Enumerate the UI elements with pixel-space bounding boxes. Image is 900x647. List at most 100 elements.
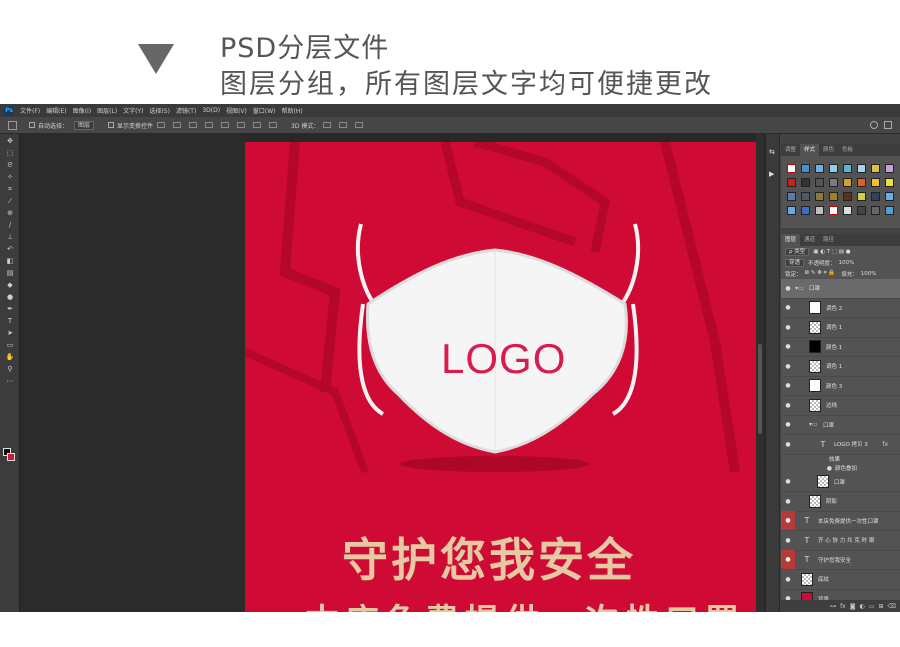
3d-roll-icon[interactable]: [339, 122, 348, 128]
brush-tool-icon[interactable]: ∕: [4, 220, 16, 230]
folder-icon[interactable]: ▾▭: [809, 421, 819, 428]
style-swatch[interactable]: [857, 192, 866, 201]
lasso-tool-icon[interactable]: ᘓ: [4, 160, 16, 170]
style-swatch[interactable]: [885, 206, 894, 215]
search-icon[interactable]: [870, 121, 878, 129]
style-swatch[interactable]: [885, 178, 894, 187]
layer-row[interactable]: ● T 守护您我安全: [781, 550, 900, 570]
visibility-eye-icon[interactable]: ●: [781, 478, 795, 485]
move-tool-icon[interactable]: [8, 120, 17, 130]
layer-row[interactable]: ● ▾▭ 口罩: [781, 416, 900, 435]
eraser-tool-icon[interactable]: ◧: [4, 256, 16, 266]
style-swatch[interactable]: [829, 192, 838, 201]
visibility-eye-icon[interactable]: ●: [781, 465, 835, 472]
layer-row[interactable]: ● 颜色 1: [781, 338, 900, 357]
style-swatch[interactable]: [843, 164, 852, 173]
delete-layer-icon[interactable]: ⌫: [888, 603, 896, 610]
show-transform-checkbox[interactable]: [108, 122, 115, 128]
layer-effect-row[interactable]: ● 颜色叠加: [781, 464, 900, 473]
align-middle-icon[interactable]: [173, 122, 182, 128]
tab-layers[interactable]: 图层: [781, 234, 801, 246]
style-swatch[interactable]: [843, 206, 852, 215]
type-tool-icon[interactable]: T: [4, 316, 16, 326]
style-swatch[interactable]: [829, 164, 838, 173]
style-swatch[interactable]: [885, 192, 894, 201]
layer-row[interactable]: ● 调色 1: [781, 318, 900, 338]
tab-styles[interactable]: 样式: [800, 144, 820, 156]
align-bottom-icon[interactable]: [189, 122, 198, 128]
fill-value[interactable]: 100%: [861, 271, 877, 277]
visibility-eye-icon[interactable]: ●: [781, 363, 795, 370]
style-swatch[interactable]: [815, 164, 824, 173]
visibility-eye-icon[interactable]: ●: [781, 382, 795, 389]
align-center-icon[interactable]: [221, 122, 230, 128]
style-swatch[interactable]: [885, 164, 894, 173]
visibility-eye-icon[interactable]: ●: [781, 285, 795, 292]
style-swatch[interactable]: [815, 192, 824, 201]
style-swatch[interactable]: [787, 164, 796, 173]
marquee-tool-icon[interactable]: ⬚: [4, 148, 16, 158]
move-tool-icon[interactable]: ✥: [4, 136, 16, 146]
distribute-icon[interactable]: [253, 122, 262, 128]
style-swatch[interactable]: [801, 192, 810, 201]
align-top-icon[interactable]: [157, 122, 166, 128]
style-swatch[interactable]: [871, 178, 880, 187]
style-swatch[interactable]: [787, 206, 796, 215]
style-swatch[interactable]: [829, 206, 838, 215]
align-right-icon[interactable]: [237, 122, 246, 128]
eyedropper-tool-icon[interactable]: ⁄: [4, 196, 16, 206]
new-group-icon[interactable]: ▭: [869, 603, 875, 610]
menu-file[interactable]: 文件(F): [20, 106, 40, 115]
style-swatch[interactable]: [815, 178, 824, 187]
layer-row[interactable]: ● T 本店免费提供一次性口罩: [781, 511, 900, 531]
visibility-eye-icon[interactable]: ●: [781, 550, 795, 570]
layer-row[interactable]: ● 调色 2: [781, 299, 900, 318]
visibility-eye-icon[interactable]: ●: [781, 576, 795, 583]
tab-adjustments[interactable]: 调整: [781, 144, 800, 156]
menu-layer[interactable]: 图层(L): [97, 106, 117, 115]
adjustment-layer-icon[interactable]: ◐: [860, 603, 865, 610]
menu-3d[interactable]: 3D(D): [202, 107, 220, 114]
layer-row[interactable]: ● 颜色 3: [781, 377, 900, 396]
style-swatch[interactable]: [857, 178, 866, 187]
dodge-tool-icon[interactable]: ●: [4, 292, 16, 302]
style-swatch[interactable]: [843, 178, 852, 187]
workspace-icon[interactable]: [884, 121, 892, 129]
distribute-icon-2[interactable]: [269, 122, 278, 128]
style-swatch[interactable]: [801, 206, 810, 215]
pen-tool-icon[interactable]: ✒: [4, 304, 16, 314]
menu-type[interactable]: 文字(Y): [123, 106, 143, 115]
style-swatch[interactable]: [787, 192, 796, 201]
3d-pan-icon[interactable]: [355, 122, 364, 128]
layer-row[interactable]: ● 阴影: [781, 492, 900, 512]
menu-edit[interactable]: 编辑(E): [46, 106, 66, 115]
new-layer-icon[interactable]: ⊞: [878, 603, 883, 610]
style-swatch[interactable]: [871, 192, 880, 201]
style-swatch[interactable]: [829, 178, 838, 187]
visibility-eye-icon[interactable]: ●: [781, 421, 795, 428]
style-swatch[interactable]: [801, 164, 810, 173]
vertical-scrollbar[interactable]: [756, 134, 764, 612]
menu-view[interactable]: 视图(V): [226, 106, 247, 115]
style-swatch[interactable]: [801, 178, 810, 187]
layer-row[interactable]: ● ▾▭ 口罩: [781, 279, 900, 299]
layer-filter-dropdown[interactable]: ρ 类型: [785, 247, 810, 256]
clone-stamp-icon[interactable]: ⊥: [4, 232, 16, 242]
tab-channels[interactable]: 通道: [800, 234, 819, 246]
menu-filter[interactable]: 滤镜(T): [176, 106, 196, 115]
layer-effect-row[interactable]: 效果: [781, 455, 900, 464]
auto-select-checkbox[interactable]: [29, 122, 35, 128]
filter-icons[interactable]: ▣ ◐ T ⬚ ▤ ●: [813, 249, 850, 255]
add-mask-icon[interactable]: ◙: [850, 603, 856, 610]
shape-tool-icon[interactable]: ▭: [4, 340, 16, 350]
visibility-eye-icon[interactable]: ●: [781, 402, 795, 409]
more-tools-icon[interactable]: ⋯: [4, 376, 16, 386]
layer-row[interactable]: ● 边线: [781, 396, 900, 416]
document-canvas[interactable]: LOGO 守护您我安全 本店免费提供一次性口罩: [245, 142, 756, 612]
link-layers-icon[interactable]: ⊶: [830, 603, 836, 610]
menu-select[interactable]: 选择(S): [149, 106, 170, 115]
tab-paths[interactable]: 路径: [819, 234, 838, 246]
visibility-eye-icon[interactable]: ●: [781, 498, 795, 505]
add-style-icon[interactable]: fx: [840, 603, 846, 610]
style-swatch[interactable]: [843, 192, 852, 201]
